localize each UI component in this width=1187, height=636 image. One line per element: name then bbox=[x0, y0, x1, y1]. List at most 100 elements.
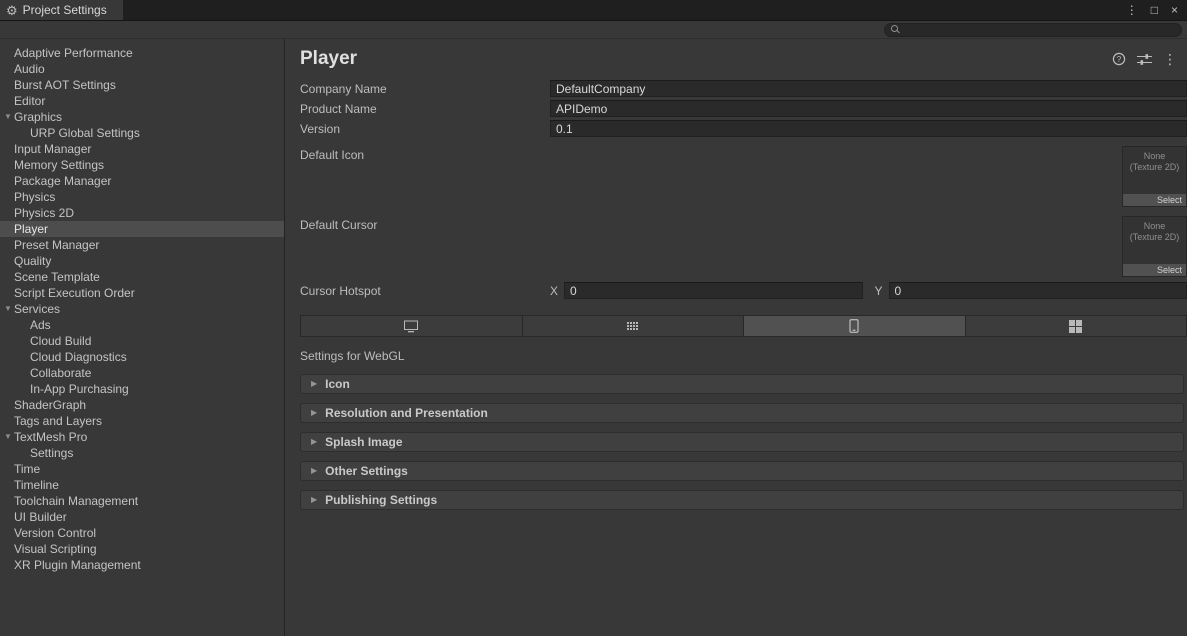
sidebar-item-label: In-App Purchasing bbox=[30, 382, 129, 396]
sidebar-item-label: Script Execution Order bbox=[14, 286, 135, 300]
sidebar-item-timeline[interactable]: Timeline bbox=[0, 477, 284, 493]
default-icon-select-button[interactable]: Select bbox=[1123, 194, 1186, 206]
foldout-other-settings[interactable]: ▶ Other Settings bbox=[300, 461, 1184, 481]
sidebar-item-services[interactable]: ▼ Services bbox=[0, 301, 284, 317]
default-icon-row: Default Icon None (Texture 2D) Select bbox=[300, 146, 1187, 207]
hotspot-y-input[interactable] bbox=[889, 282, 1187, 299]
sidebar-item-version-control[interactable]: Version Control bbox=[0, 525, 284, 541]
sidebar-item-visual-scripting[interactable]: Visual Scripting bbox=[0, 541, 284, 557]
texture-none-text: None bbox=[1123, 151, 1186, 162]
sidebar-item-label: UI Builder bbox=[14, 510, 67, 524]
sidebar-item-input-manager[interactable]: Input Manager bbox=[0, 141, 284, 157]
default-cursor-row: Default Cursor None (Texture 2D) Select bbox=[300, 216, 1187, 277]
windows-icon bbox=[1069, 320, 1082, 333]
sidebar-item-memory-settings[interactable]: Memory Settings bbox=[0, 157, 284, 173]
sidebar-item-adaptive-performance[interactable]: Adaptive Performance bbox=[0, 45, 284, 61]
default-icon-picker[interactable]: None (Texture 2D) Select bbox=[1122, 146, 1187, 207]
sidebar-item-label: Visual Scripting bbox=[14, 542, 97, 556]
sidebar-item-textmesh-pro[interactable]: ▼ TextMesh Pro bbox=[0, 429, 284, 445]
sidebar-item-toolchain-management[interactable]: Toolchain Management bbox=[0, 493, 284, 509]
toolbar bbox=[0, 21, 1187, 39]
sidebar-item-xr-plugin-management[interactable]: XR Plugin Management bbox=[0, 557, 284, 573]
sidebar-item-label: Memory Settings bbox=[14, 158, 104, 172]
sidebar-item-editor[interactable]: Editor bbox=[0, 93, 284, 109]
sidebar-item-urp-global-settings[interactable]: URP Global Settings bbox=[0, 125, 284, 141]
help-icon[interactable]: ? bbox=[1112, 52, 1126, 66]
foldout-splash-image[interactable]: ▶ Splash Image bbox=[300, 432, 1184, 452]
sidebar-item-scene-template[interactable]: Scene Template bbox=[0, 269, 284, 285]
foldout-label: Icon bbox=[325, 377, 350, 391]
default-cursor-select-button[interactable]: Select bbox=[1123, 264, 1186, 276]
company-name-input[interactable] bbox=[550, 80, 1187, 97]
platform-tab-standalone[interactable] bbox=[301, 316, 523, 336]
sidebar-item-package-manager[interactable]: Package Manager bbox=[0, 173, 284, 189]
sidebar-item-label: Adaptive Performance bbox=[14, 46, 133, 60]
foldout-resolution-and-presentation[interactable]: ▶ Resolution and Presentation bbox=[300, 403, 1184, 423]
sidebar-item-collaborate[interactable]: Collaborate bbox=[0, 365, 284, 381]
main-header: Player ? ⋮ bbox=[285, 39, 1187, 74]
sidebar-item-label: TextMesh Pro bbox=[14, 430, 87, 444]
platform-tab-dedicated-server[interactable] bbox=[523, 316, 745, 336]
sidebar-item-graphics[interactable]: ▼ Graphics bbox=[0, 109, 284, 125]
sidebar-item-shadergraph[interactable]: ShaderGraph bbox=[0, 397, 284, 413]
sidebar-item-label: Audio bbox=[14, 62, 45, 76]
texture-type-text: (Texture 2D) bbox=[1123, 162, 1186, 173]
sidebar-item-label: Scene Template bbox=[14, 270, 100, 284]
foldout-label: Publishing Settings bbox=[325, 493, 437, 507]
sidebar-item-label: Tags and Layers bbox=[14, 414, 102, 428]
hotspot-x-input[interactable] bbox=[564, 282, 863, 299]
sidebar-item-preset-manager[interactable]: Preset Manager bbox=[0, 237, 284, 253]
foldout-arrow-icon: ▶ bbox=[311, 380, 317, 388]
window-tab[interactable]: ⚙ Project Settings bbox=[0, 0, 123, 20]
sidebar-item-player[interactable]: Player bbox=[0, 221, 284, 237]
sidebar-item-label: ShaderGraph bbox=[14, 398, 86, 412]
expanded-arrow-icon[interactable]: ▼ bbox=[3, 109, 13, 125]
search-box[interactable] bbox=[884, 23, 1182, 37]
platform-tab-webgl[interactable] bbox=[744, 316, 966, 336]
sidebar-item-script-execution-order[interactable]: Script Execution Order bbox=[0, 285, 284, 301]
window-maximize-icon[interactable]: □ bbox=[1151, 4, 1158, 16]
window-menu-icon[interactable]: ⋮ bbox=[1126, 4, 1138, 16]
window-close-icon[interactable]: × bbox=[1171, 4, 1178, 16]
default-cursor-label: Default Cursor bbox=[300, 216, 1122, 232]
sidebar-item-label: Preset Manager bbox=[14, 238, 99, 252]
foldout-icon[interactable]: ▶ Icon bbox=[300, 374, 1184, 394]
sidebar: Adaptive Performance Audio Burst AOT Set… bbox=[0, 39, 285, 636]
presets-icon[interactable] bbox=[1137, 53, 1152, 66]
product-name-input[interactable] bbox=[550, 100, 1187, 117]
company-name-row: Company Name bbox=[300, 80, 1187, 97]
sidebar-item-quality[interactable]: Quality bbox=[0, 253, 284, 269]
foldout-label: Resolution and Presentation bbox=[325, 406, 488, 420]
sidebar-item-time[interactable]: Time bbox=[0, 461, 284, 477]
sidebar-item-audio[interactable]: Audio bbox=[0, 61, 284, 77]
default-cursor-picker[interactable]: None (Texture 2D) Select bbox=[1122, 216, 1187, 277]
help-glyph: ? bbox=[1117, 55, 1122, 64]
sidebar-item-label: Timeline bbox=[14, 478, 59, 492]
sidebar-item-physics[interactable]: Physics bbox=[0, 189, 284, 205]
hotspot-y-label: Y bbox=[875, 284, 885, 298]
sidebar-item-label: Services bbox=[14, 302, 60, 316]
sidebar-item-label: Physics 2D bbox=[14, 206, 74, 220]
foldout-arrow-icon: ▶ bbox=[311, 467, 317, 475]
sidebar-item-cloud-build[interactable]: Cloud Build bbox=[0, 333, 284, 349]
sidebar-item-cloud-diagnostics[interactable]: Cloud Diagnostics bbox=[0, 349, 284, 365]
sidebar-item-tags-and-layers[interactable]: Tags and Layers bbox=[0, 413, 284, 429]
sidebar-item-settings[interactable]: Settings bbox=[0, 445, 284, 461]
grid-icon bbox=[626, 321, 639, 332]
foldout-publishing-settings[interactable]: ▶ Publishing Settings bbox=[300, 490, 1184, 510]
sidebar-item-ui-builder[interactable]: UI Builder bbox=[0, 509, 284, 525]
context-menu-icon[interactable]: ⋮ bbox=[1163, 52, 1177, 66]
platform-tab-windows-store[interactable] bbox=[966, 316, 1187, 336]
sidebar-item-physics-2d[interactable]: Physics 2D bbox=[0, 205, 284, 221]
expanded-arrow-icon[interactable]: ▼ bbox=[3, 301, 13, 317]
sidebar-item-in-app-purchasing[interactable]: In-App Purchasing bbox=[0, 381, 284, 397]
foldout-arrow-icon: ▶ bbox=[311, 409, 317, 417]
window-title: Project Settings bbox=[23, 3, 107, 17]
sidebar-item-burst-aot-settings[interactable]: Burst AOT Settings bbox=[0, 77, 284, 93]
product-name-row: Product Name bbox=[300, 100, 1187, 117]
expanded-arrow-icon[interactable]: ▼ bbox=[3, 429, 13, 445]
sidebar-item-label: Settings bbox=[30, 446, 73, 460]
version-input[interactable] bbox=[550, 120, 1187, 137]
search-input[interactable] bbox=[905, 24, 1175, 36]
sidebar-item-ads[interactable]: Ads bbox=[0, 317, 284, 333]
